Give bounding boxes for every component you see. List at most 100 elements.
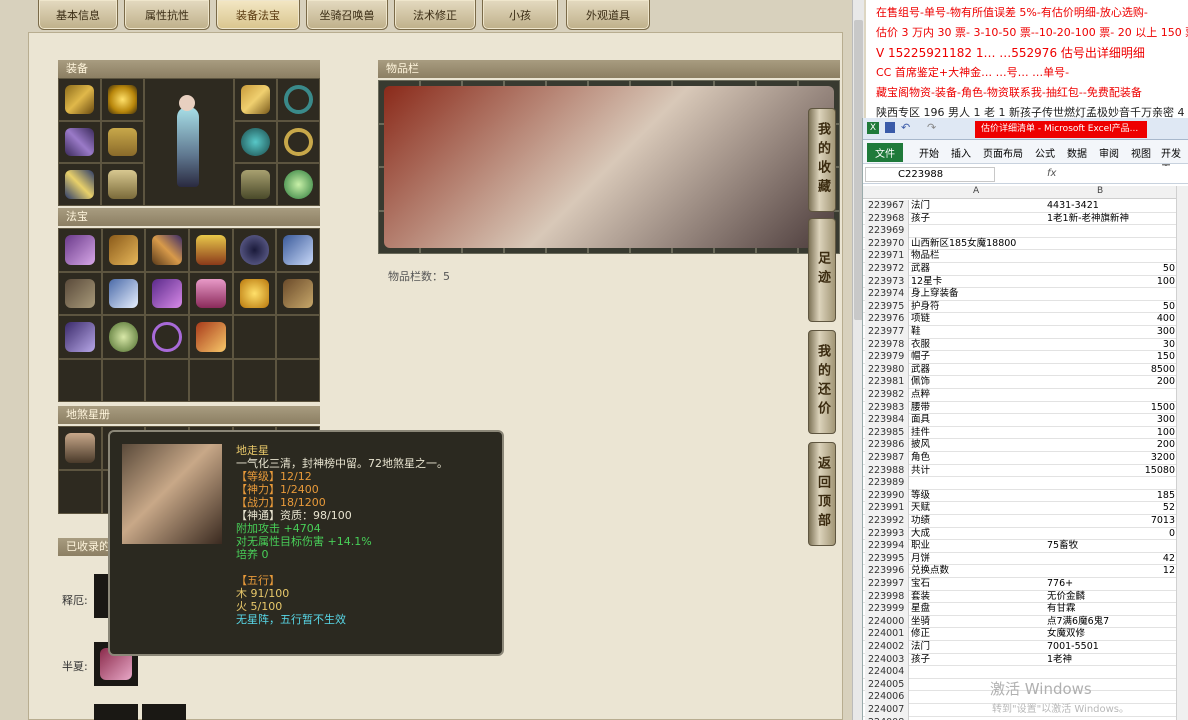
cell-a[interactable]: 共计 [911,465,1045,478]
fabao-slot[interactable] [58,358,102,402]
fabao-slot[interactable] [101,271,146,315]
cell-a[interactable]: 物品栏 [911,250,1045,263]
cell-b[interactable]: 776+ [1047,578,1175,591]
fabao-slot[interactable] [58,228,102,272]
row-number[interactable]: 223999 [865,603,909,616]
fabao-slot[interactable] [276,228,320,272]
row-number[interactable]: 223974 [865,288,909,301]
fabao-slot[interactable] [232,228,277,272]
cell-a[interactable]: 披风 [911,439,1045,452]
row-number[interactable]: 223987 [865,452,909,465]
equip-slot[interactable] [101,78,144,121]
col-header-a[interactable]: A [973,186,979,196]
row-number[interactable]: 223989 [865,477,909,490]
fabao-slot[interactable] [276,358,320,402]
ribbon-formula[interactable]: 公式 [1035,145,1055,160]
row-number[interactable]: 223988 [865,464,909,478]
fabao-slot[interactable] [189,228,233,272]
cell-b[interactable]: 8500 [1047,364,1175,377]
row-number[interactable]: 223984 [865,414,909,427]
cell-a[interactable]: 功绩 [911,515,1045,528]
item-slot[interactable] [378,80,834,248]
cell-a[interactable]: 职业 [911,540,1045,553]
cell-b[interactable]: 100 [1047,427,1175,440]
cell-b[interactable]: 300 [1047,414,1175,427]
cell-b[interactable]: 100 [1047,276,1175,289]
redo-icon[interactable]: ↷ [927,121,936,134]
cell-b[interactable]: 75畜牧 [1047,540,1175,553]
row-number[interactable]: 223991 [865,502,909,515]
cell-b[interactable]: 女魔双修 [1047,628,1175,641]
cell-a[interactable]: 修正 [911,628,1045,641]
cell-b[interactable]: 7013 [1047,515,1175,528]
row-number[interactable]: 223967 [865,200,909,213]
cell-b[interactable]: 1500 [1047,402,1175,415]
cell-a[interactable]: 鞋 [911,326,1045,339]
fabao-slot[interactable] [145,228,189,272]
row-number[interactable]: 224004 [865,666,909,679]
star-slot[interactable] [58,470,102,514]
tab-child[interactable]: 小孩 [482,0,558,30]
fabao-slot[interactable] [101,228,146,272]
cell-a[interactable]: 月饼 [911,553,1045,566]
fabao-slot[interactable] [232,271,277,315]
row-number[interactable]: 223998 [865,590,909,604]
fabao-slot[interactable] [101,358,146,402]
row-number[interactable]: 223993 [865,527,909,541]
cell-b[interactable]: 12 [1047,565,1175,578]
cell-a[interactable]: 面具 [911,414,1045,427]
back-to-top-button[interactable]: 返回顶部 [808,442,836,546]
cell-b[interactable]: 0 [1047,528,1175,541]
row-number[interactable]: 223975 [865,300,909,314]
my-favorites-button[interactable]: 我的收藏 [808,108,836,212]
star-slot[interactable] [58,426,102,470]
row-number[interactable]: 223973 [865,275,909,289]
cell-b[interactable]: 4431-3421 [1047,200,1175,213]
fabao-slot[interactable] [145,271,189,315]
row-number[interactable]: 223970 [865,237,909,251]
cell-b[interactable]: 185 [1047,490,1175,503]
fabao-slot[interactable] [189,271,233,315]
cell-b[interactable]: 30 [1047,339,1175,352]
cell-a[interactable]: 12星卡 [911,276,1045,289]
row-number[interactable]: 224007 [865,704,909,717]
ribbon-view[interactable]: 视图 [1131,145,1151,160]
ribbon-data[interactable]: 数据 [1067,145,1087,160]
cell-a[interactable]: 宝石 [911,578,1045,591]
cell-a[interactable]: 护身符 [911,301,1045,314]
cell-b[interactable]: 200 [1047,439,1175,452]
tab-equipment[interactable]: 装备法宝 [216,0,300,30]
cell-b[interactable]: 15080 [1047,465,1175,478]
cell-a[interactable]: 孩子 [911,213,1045,226]
cell-b[interactable]: 有甘霖 [1047,603,1175,616]
cell-b[interactable]: 42 [1047,553,1175,566]
cell-a[interactable]: 山西新区185女魔18800 [911,238,1045,251]
fabao-slot[interactable] [232,358,277,402]
fabao-slot[interactable] [276,271,320,315]
name-box[interactable]: C223988 [865,167,995,182]
row-number[interactable]: 223981 [865,376,909,389]
cell-a[interactable]: 套装 [911,591,1045,604]
equip-slot[interactable] [234,163,277,206]
fabao-slot[interactable] [276,315,320,359]
cell-b[interactable]: 400 [1047,313,1175,326]
row-number[interactable]: 224008 [865,716,909,720]
cell-b[interactable]: 50 [1047,263,1175,276]
cell-a[interactable]: 坐骑 [911,616,1045,629]
cell-a[interactable]: 帽子 [911,351,1045,364]
row-number[interactable]: 224002 [865,641,909,654]
row-number[interactable]: 223979 [865,351,909,364]
equip-slot[interactable] [58,78,101,121]
fx-icon[interactable]: fx [1047,168,1056,179]
row-number[interactable]: 223996 [865,565,909,578]
cell-b[interactable]: 50 [1047,301,1175,314]
row-number[interactable]: 223980 [865,363,909,377]
collected-item[interactable] [142,704,186,720]
cell-a[interactable]: 大成 [911,528,1045,541]
ribbon-file[interactable]: 文件 [867,143,903,162]
equip-slot[interactable] [277,78,320,121]
equip-slot[interactable] [234,120,277,164]
cell-a[interactable]: 星盘 [911,603,1045,616]
row-number[interactable]: 223971 [865,250,909,263]
ribbon-review[interactable]: 审阅 [1099,145,1119,160]
